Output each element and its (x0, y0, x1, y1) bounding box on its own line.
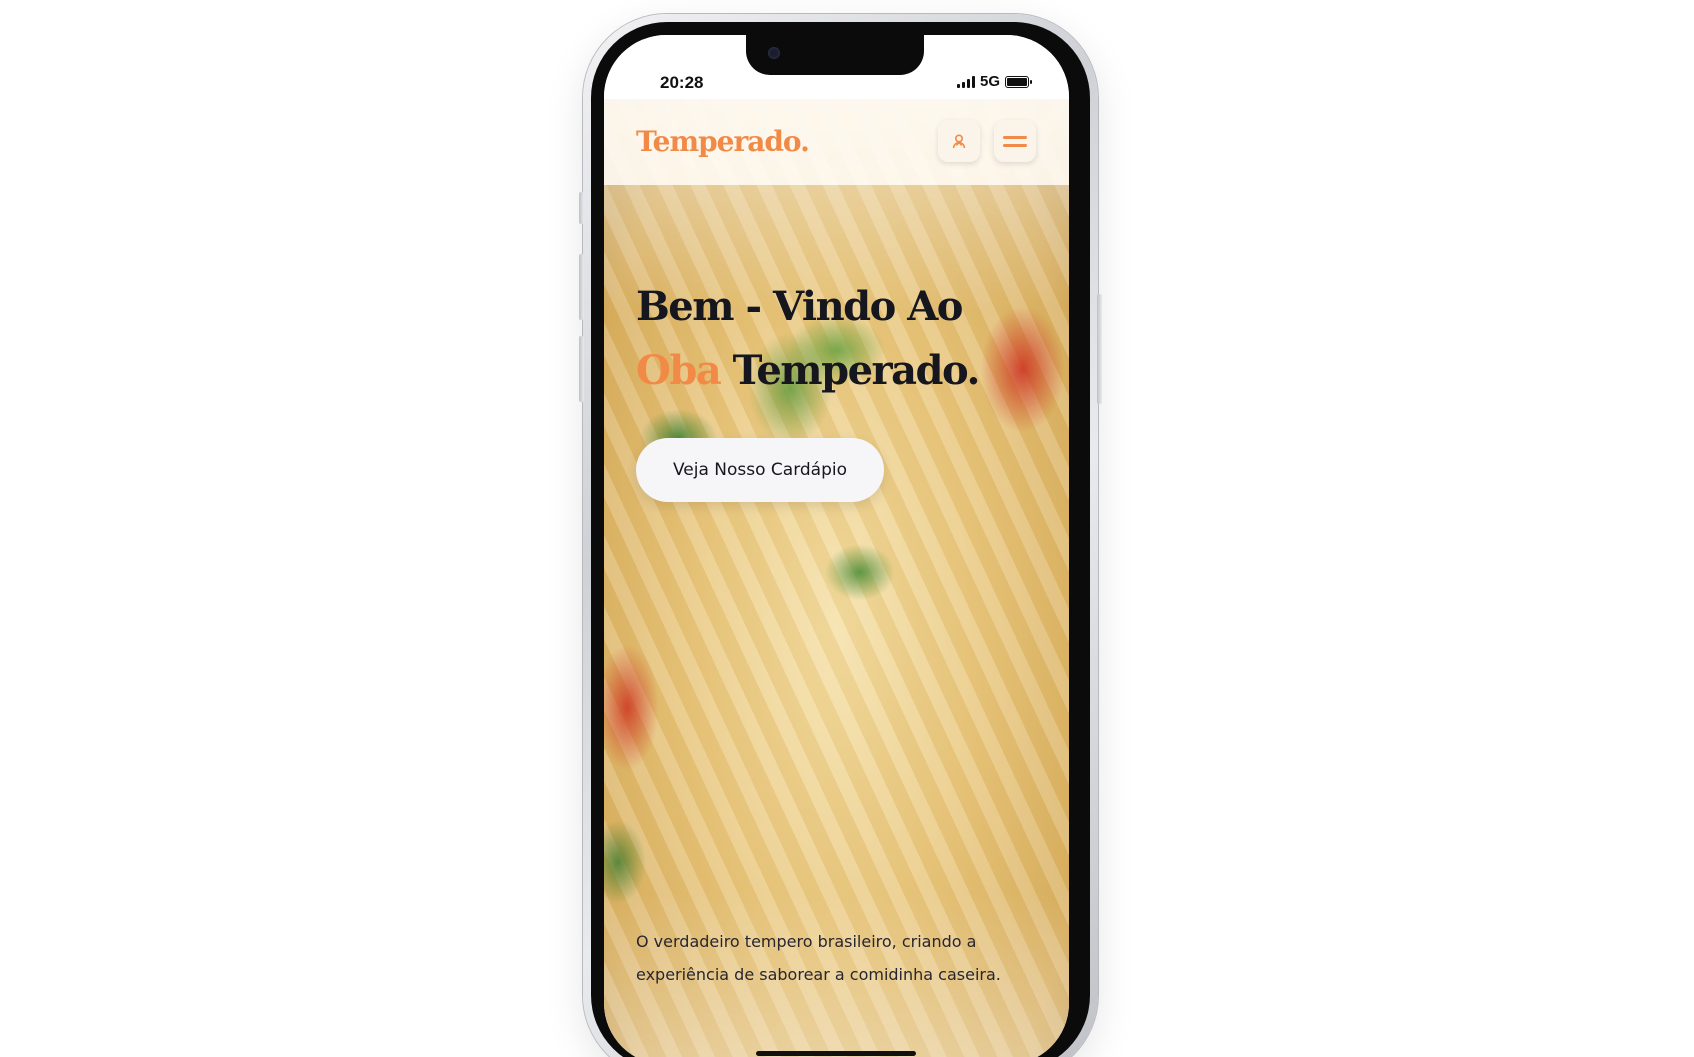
front-camera (768, 47, 780, 59)
hero-background-image (604, 99, 1069, 1057)
signal-icon (956, 75, 975, 88)
volume-up-button (579, 254, 584, 320)
site-logo[interactable]: Temperado. (636, 125, 810, 158)
hero-headline: Bem - Vindo Ao Oba Temperado. (636, 275, 981, 403)
view-menu-button[interactable]: Veja Nosso Cardápio (636, 438, 884, 502)
home-indicator[interactable] (756, 1051, 916, 1056)
site-header: Temperado. (604, 99, 1069, 185)
user-account-button[interactable] (938, 120, 980, 162)
menu-button[interactable] (994, 120, 1036, 162)
status-time: 20:28 (660, 73, 704, 92)
network-type: 5G (979, 73, 1000, 90)
mute-switch (579, 192, 584, 224)
status-bar: 20:28 5G (604, 35, 1069, 99)
headline-line-2: Temperado. (720, 347, 981, 394)
battery-icon (1005, 75, 1032, 88)
hamburger-menu-icon (1003, 135, 1027, 147)
volume-down-button (579, 336, 584, 402)
phone-screen: 20:28 5G Temperado. Bem - Vindo Ao Oba T… (604, 35, 1069, 1057)
headline-line-1: Bem - Vindo Ao (636, 283, 963, 330)
user-icon (952, 134, 966, 149)
page-canvas: 20:28 5G Temperado. Bem - Vindo Ao Oba T… (0, 0, 1694, 1057)
hero-tagline: O verdadeiro tempero brasileiro, criando… (636, 932, 1001, 984)
battery-level (1007, 77, 1027, 86)
phone-frame: 20:28 5G Temperado. Bem - Vindo Ao Oba T… (579, 14, 1102, 1057)
headline-accent: Oba (636, 347, 722, 394)
status-indicators: 5G (956, 73, 1032, 90)
notch (746, 35, 924, 75)
power-button (1097, 294, 1102, 404)
